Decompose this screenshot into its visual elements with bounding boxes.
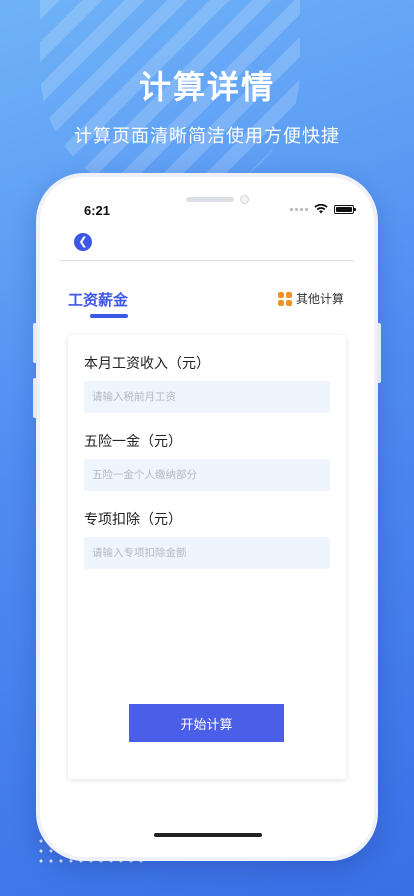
phone-side-button bbox=[33, 378, 37, 418]
other-calc-label: 其他计算 bbox=[296, 292, 345, 306]
four-squares-icon bbox=[278, 291, 292, 306]
calc-form-card: 本月工资收入（元） 五险一金（元） 专项扣除（元） 开始计算 bbox=[68, 335, 346, 779]
nav-divider bbox=[60, 260, 354, 261]
chevron-left-icon: ❮ bbox=[78, 235, 88, 248]
status-icons bbox=[290, 204, 356, 214]
wifi-icon bbox=[314, 204, 328, 214]
other-calc-button[interactable]: 其他计算 bbox=[278, 290, 344, 307]
salary-label: 本月工资收入（元） bbox=[84, 356, 210, 372]
start-calc-button[interactable]: 开始计算 bbox=[129, 704, 284, 742]
signal-icon bbox=[290, 207, 308, 211]
salary-input[interactable] bbox=[84, 381, 330, 413]
deduction-label: 专项扣除（元） bbox=[84, 512, 182, 528]
phone-speaker bbox=[186, 197, 234, 202]
insurance-input[interactable] bbox=[84, 459, 330, 491]
phone-mockup: 6:21 ❮ 工资薪金 其他计算 本月工资收入（元） 五险一金（元） bbox=[33, 173, 381, 861]
phone-screen: 6:21 ❮ 工资薪金 其他计算 本月工资收入（元） 五险一金（元） bbox=[40, 177, 374, 857]
phone-camera bbox=[240, 195, 249, 204]
phone-side-button bbox=[377, 323, 381, 383]
hero-title: 计算详情 bbox=[138, 68, 275, 106]
home-indicator bbox=[154, 833, 262, 837]
hero-subtitle: 计算页面清晰简洁使用方便快捷 bbox=[74, 126, 340, 147]
tab-salary[interactable]: 工资薪金 bbox=[68, 289, 128, 310]
insurance-label: 五险一金（元） bbox=[84, 434, 182, 450]
phone-side-button bbox=[33, 323, 37, 363]
tab-active-indicator bbox=[90, 314, 128, 318]
battery-icon bbox=[334, 204, 356, 214]
back-button[interactable]: ❮ bbox=[74, 233, 92, 251]
status-time: 6:21 bbox=[84, 203, 111, 218]
deduction-input[interactable] bbox=[84, 537, 330, 569]
